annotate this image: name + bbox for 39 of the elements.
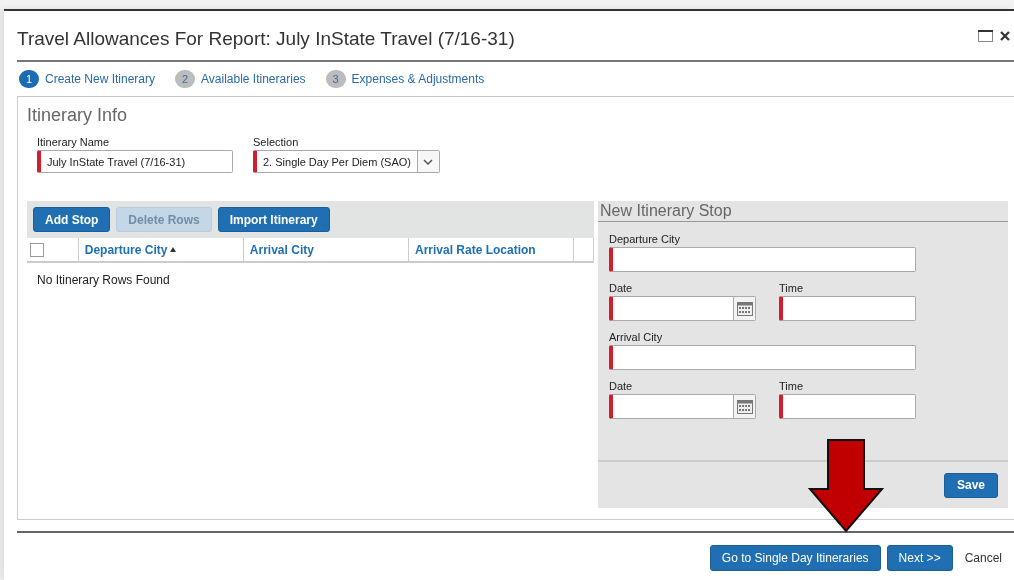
step-tab[interactable]: 3 Expenses & Adjustments [325, 70, 485, 88]
select-all-checkbox[interactable] [30, 242, 44, 257]
toolbar-button[interactable]: Add Stop [33, 207, 111, 232]
dialog-title: Travel Allowances For Report: July InState Travel (7/16-31) [17, 26, 515, 50]
city-field[interactable] [609, 345, 916, 370]
date-field[interactable] [609, 394, 756, 419]
column-header[interactable]: Departure City [78, 238, 244, 261]
time-field[interactable] [779, 394, 916, 419]
city-field[interactable] [609, 247, 916, 272]
field-label: Date [609, 282, 634, 294]
section-heading: New Itinerary Stop [598, 201, 1008, 222]
step-tab[interactable]: 2 Available Itineraries [175, 70, 306, 88]
maximize-icon[interactable] [978, 29, 993, 42]
empty-message: No Itinerary Rows Found [36, 272, 171, 287]
step-tab[interactable]: 1 Create New Itinerary [19, 70, 156, 88]
footer-button[interactable]: Next >> [886, 545, 953, 571]
field-label: Itinerary Name [37, 136, 111, 148]
caret-icon [423, 158, 434, 165]
field-label: Time [779, 282, 805, 294]
selection-dropdown[interactable]: 2. Single Day Per Diem (SAO) [253, 150, 440, 173]
toolbar-button[interactable]: Import Itinerary [217, 207, 330, 232]
field-label: Departure City [609, 233, 681, 245]
time-field[interactable] [779, 296, 916, 321]
field-label: Date [609, 380, 634, 392]
date-field[interactable] [609, 296, 756, 321]
section-heading: Itinerary Info [27, 105, 129, 126]
itinerary-name-field[interactable]: July InState Travel (7/16-31) [37, 150, 233, 173]
field-label: Arrival City [609, 331, 664, 343]
column-header[interactable]: Arrival City [243, 238, 409, 261]
sort-arrow-icon [170, 247, 177, 252]
save-button[interactable]: Save [943, 472, 998, 498]
column-header[interactable]: Arrival Rate Location [409, 238, 575, 261]
field-label: Selection [253, 136, 300, 148]
close-icon[interactable] [1000, 30, 1010, 41]
calendar-icon[interactable] [736, 301, 753, 316]
cancel-button[interactable]: Cancel [958, 551, 1008, 565]
footer-button[interactable]: Go to Single Day Itineraries [709, 545, 881, 571]
calendar-icon[interactable] [736, 399, 753, 414]
field-label: Time [779, 380, 805, 392]
